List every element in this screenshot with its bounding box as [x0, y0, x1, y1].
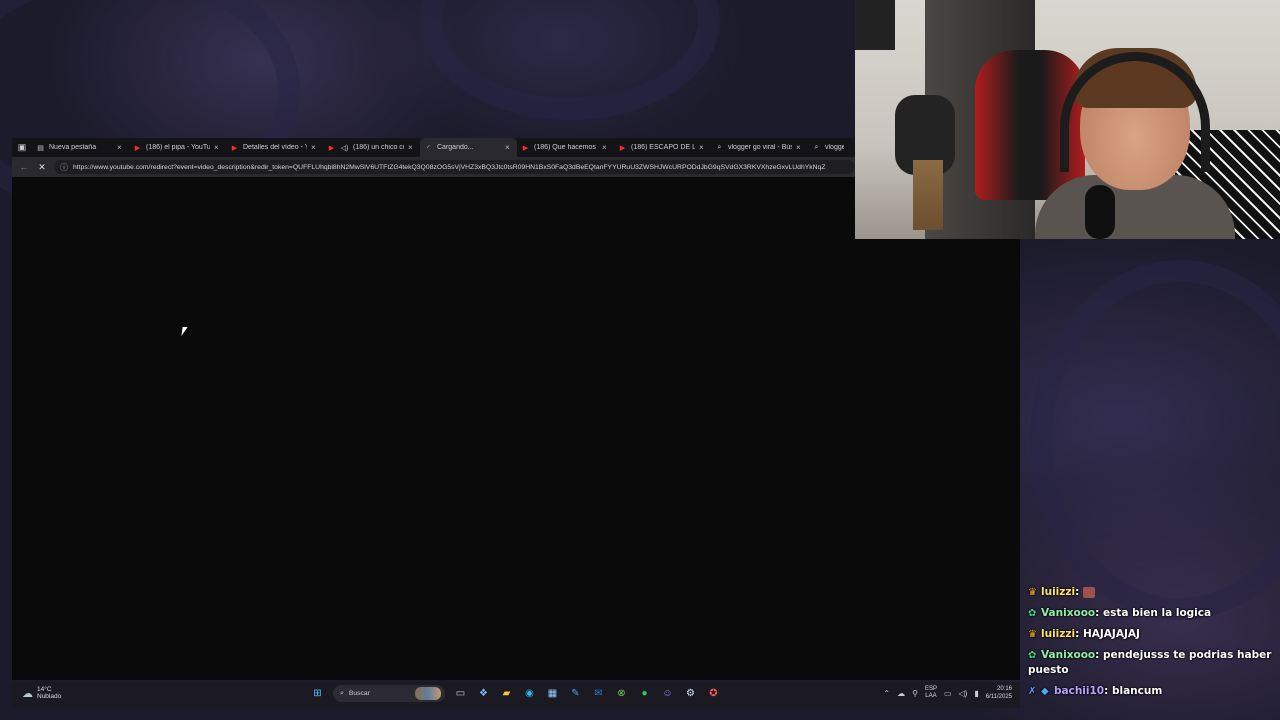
stream-chat: ♛ luiizzi: ✿ Vanixooo: esta bien la logica…: [1028, 585, 1273, 705]
stop-icon[interactable]: ✕: [36, 162, 48, 173]
tab-7[interactable]: ⌕ vlogger go viral - Búsqueda ×: [711, 138, 808, 157]
taskbar: ☁ 14°C Nublado ⊞ ⌕ Buscar ▭ ❖ ▰ ◉ ▦ ✎ ✉ …: [12, 682, 1020, 708]
webcam-overlay: [855, 0, 1280, 239]
search-highlight-icon: [415, 687, 441, 700]
search-icon: ⌕: [340, 689, 344, 697]
loading-icon: ◜: [427, 144, 430, 152]
mic-icon[interactable]: ⚲: [912, 689, 918, 698]
navigation-bar: ← ✕ ⓘ https://www.youtube.com/redirect?e…: [12, 157, 855, 177]
language-indicator[interactable]: ESP LAA: [925, 686, 937, 700]
tab-5[interactable]: ▶ (186) Que hacemos ahora ×: [517, 138, 614, 157]
onedrive-icon[interactable]: ☁: [897, 689, 905, 698]
discord-icon[interactable]: ☺: [660, 686, 675, 701]
youtube-icon: ▶: [328, 144, 335, 152]
clock[interactable]: 20:16 6/11/2025: [986, 685, 1012, 701]
address-bar[interactable]: ⓘ https://www.youtube.com/redirect?event…: [54, 160, 855, 174]
speaker-icon[interactable]: ◁): [340, 144, 349, 152]
system-tray: ⌃ ☁ ⚲ ESP LAA ▭ ◁) ▮ 20:16 6/11/2025: [883, 685, 1012, 701]
search-box[interactable]: ⌕ Buscar: [333, 685, 445, 702]
chevron-up-icon[interactable]: ⌃: [883, 689, 890, 698]
tab-6[interactable]: ▶ (186) ESCAPO DE LATAM ×: [614, 138, 711, 157]
tab-4[interactable]: ◜ Cargando... ×: [420, 138, 517, 157]
gem-icon: ✿: [1028, 608, 1037, 619]
crown-icon: ♛: [1028, 587, 1037, 598]
chat-message: ♛ luiizzi: HAJAJAJAJ: [1028, 628, 1140, 640]
task-view-icon[interactable]: ▭: [453, 686, 468, 701]
battery-icon[interactable]: ▮: [974, 689, 978, 698]
cloud-icon: ☁: [22, 687, 33, 700]
tab-actions-icon[interactable]: ▣: [12, 138, 32, 157]
copilot-icon[interactable]: ❖: [476, 686, 491, 701]
volume-icon[interactable]: ◁): [959, 689, 968, 698]
youtube-icon: ▶: [619, 144, 626, 152]
weather-widget[interactable]: ☁ 14°C Nublado: [22, 686, 61, 700]
tab-bar: ▣ ▤ Nueva pestaña × ▶ (186) el pipa - Yo…: [12, 138, 855, 157]
site-info-icon[interactable]: ⓘ: [60, 162, 68, 173]
back-icon[interactable]: ←: [18, 162, 30, 172]
webcam-shelf: [855, 0, 895, 50]
windows-start-icon[interactable]: ⊞: [310, 686, 325, 701]
cube-icon: ◆: [1041, 686, 1049, 697]
spotify-icon[interactable]: ●: [637, 686, 652, 701]
sword-icon: ✗: [1028, 686, 1037, 697]
webcam-stool: [913, 160, 943, 230]
gem-icon: ✿: [1028, 650, 1037, 661]
page-content[interactable]: [12, 177, 1020, 680]
store-icon[interactable]: ▦: [545, 686, 560, 701]
crown-icon: ♛: [1028, 629, 1037, 640]
tab-3[interactable]: ▶ ◁) (186) un chico con ×: [323, 138, 420, 157]
tab-0[interactable]: ▤ Nueva pestaña ×: [32, 138, 129, 157]
close-tab-icon[interactable]: ×: [311, 143, 319, 152]
edge-icon[interactable]: ◉: [522, 686, 537, 701]
close-tab-icon[interactable]: ×: [408, 143, 416, 152]
outlook-icon[interactable]: ✉: [591, 686, 606, 701]
close-tab-icon[interactable]: ×: [699, 143, 707, 152]
close-tab-icon[interactable]: ×: [796, 143, 804, 152]
close-tab-icon[interactable]: ×: [117, 143, 125, 152]
pen-app-icon[interactable]: ✎: [568, 686, 583, 701]
chat-message: ✿ Vanixooo: pendejusss te podrias haber p…: [1028, 649, 1272, 676]
network-icon[interactable]: ▭: [944, 689, 952, 698]
wallpaper-swirl: [420, 0, 720, 120]
microphone-icon: [1085, 185, 1115, 239]
close-tab-icon[interactable]: ×: [602, 143, 610, 152]
youtube-icon: ▶: [522, 144, 529, 152]
tab-8[interactable]: ⌕ vlogger g: [808, 138, 848, 157]
url-text: https://www.youtube.com/redirect?event=v…: [73, 163, 826, 171]
chat-message: ♛ luiizzi:: [1028, 585, 1273, 600]
close-tab-icon[interactable]: ×: [505, 143, 513, 152]
taskbar-apps: ⊞ ⌕ Buscar ▭ ❖ ▰ ◉ ▦ ✎ ✉ ⊗ ● ☺ ⚙ ✪: [310, 685, 721, 702]
tab-1[interactable]: ▶ (186) el pipa - YouTube ×: [129, 138, 226, 157]
new-tab-icon: ▤: [37, 144, 44, 152]
chat-message: ✿ Vanixooo: esta bien la logica: [1028, 607, 1212, 619]
youtube-icon: ▶: [134, 144, 141, 152]
wallpaper-swirl: [1030, 260, 1280, 620]
search-icon: ⌕: [717, 143, 722, 151]
xbox-icon[interactable]: ⊗: [614, 686, 629, 701]
emote-icon: [1082, 586, 1095, 598]
steam-icon[interactable]: ⚙: [683, 686, 698, 701]
chat-message: ✗ ◆ bachii10: blancum: [1028, 685, 1163, 697]
game-app-icon[interactable]: ✪: [706, 686, 721, 701]
youtube-icon: ▶: [231, 144, 238, 152]
search-icon: ⌕: [814, 143, 819, 151]
file-explorer-icon[interactable]: ▰: [499, 686, 514, 701]
close-tab-icon[interactable]: ×: [214, 143, 222, 152]
tab-2[interactable]: ▶ Detalles del vídeo - YouTube ×: [226, 138, 323, 157]
